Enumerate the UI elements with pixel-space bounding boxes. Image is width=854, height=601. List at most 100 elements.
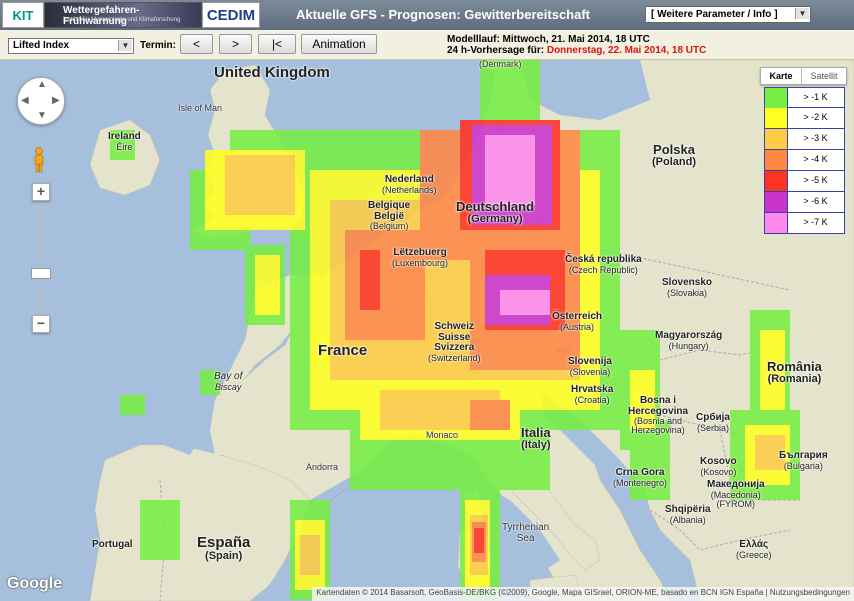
label-ellas: Ελλάς (Greece) — [736, 539, 772, 560]
label-text: Bosna i — [639, 395, 677, 406]
map-type-karte[interactable]: Karte — [761, 68, 802, 84]
label-text: España — [197, 534, 251, 551]
chevron-down-icon[interactable]: ▼ — [795, 8, 809, 19]
label-sub: Svizzera — [434, 342, 475, 353]
label-srbija: Србија (Serbia) — [696, 412, 730, 433]
animation-button[interactable]: Animation — [301, 34, 377, 54]
label-sub: (Croatia) — [574, 394, 610, 405]
forecast-date: Donnerstag, 22. Mai 2014, 18 UTC — [546, 45, 707, 56]
pan-control[interactable]: ▲ ▼ ◀ ▶ — [17, 77, 65, 125]
label-sub: (Germany) — [467, 212, 523, 225]
label-sub: (Belgium) — [369, 221, 409, 231]
label-sub: Biscay — [214, 381, 242, 392]
cedim-logo[interactable]: CEDIM — [202, 2, 260, 28]
pan-right-icon[interactable]: ▶ — [52, 96, 60, 106]
toolbar: Lifted Index ▼ Termin: < > |< Animation … — [0, 30, 854, 60]
label-czech: Česká republika (Czech Republic) — [565, 254, 642, 275]
forecast-prefix: 24 h-Vorhersage für: — [447, 45, 547, 56]
next-button[interactable]: > — [219, 34, 252, 54]
label-sub: (Bulgaria) — [783, 460, 823, 471]
zoom-track[interactable] — [39, 200, 41, 315]
warn-logo[interactable]: Wettergefahren-Frühwarnung Institut für … — [44, 2, 202, 28]
label-albania: Shqipëria (Albania) — [665, 504, 711, 525]
google-logo[interactable]: Google — [7, 575, 62, 593]
legend-swatch — [765, 108, 788, 128]
label-italia: Italia (Italy) — [521, 426, 551, 451]
pan-up-icon[interactable]: ▲ — [37, 80, 47, 90]
zoom-in-button[interactable]: + — [32, 183, 50, 201]
label-ireland: Ireland Éire — [108, 131, 141, 152]
warn-logo-title: Wettergefahren-Frühwarnung — [63, 5, 140, 27]
label-sub: (Romania) — [767, 372, 822, 385]
label-isle-of-man: Isle of Man — [178, 103, 223, 113]
legend-row: > -7 K — [764, 213, 845, 234]
header-bar: KIT Wettergefahren-Frühwarnung Institut … — [0, 0, 854, 30]
legend-swatch — [765, 171, 788, 191]
label-text: Tyrrhenian — [502, 522, 550, 533]
label-sub: (Italy) — [521, 438, 551, 451]
label-andorra: Andorra — [306, 462, 339, 472]
parameter-info-value: [ Weitere Parameter / Info ] — [651, 9, 778, 20]
zoom-slider-handle[interactable] — [31, 268, 51, 279]
map-attribution[interactable]: Kartendaten © 2014 Basarsoft, GeoBasis-D… — [312, 587, 854, 601]
legend-row: > -6 K — [764, 192, 845, 213]
pegman-icon[interactable] — [32, 147, 46, 173]
map-type-satellit[interactable]: Satellit — [802, 68, 846, 84]
label-osterreich: Österreich (Austria) — [552, 311, 602, 332]
run-info: Modelllauf: Mittwoch, 21. Mai 2014, 18 U… — [447, 34, 706, 56]
kit-logo[interactable]: KIT — [2, 2, 44, 28]
label-sub: (Netherlands) — [382, 184, 437, 195]
label-slovensko: Slovensko (Slovakia) — [662, 277, 712, 298]
label-text: Lëtzebuerg — [393, 247, 447, 258]
label-bay-of-biscay: Bay of Biscay — [214, 371, 242, 392]
label-sub: (Spain) — [205, 549, 243, 562]
label-text: Belgique — [368, 200, 411, 211]
label-text: Shqipëria — [665, 504, 711, 515]
legend-swatch — [765, 88, 788, 108]
label-sub: (Serbia) — [696, 422, 729, 433]
legend-label: > -5 K — [803, 175, 828, 185]
label-text: United Kingdom — [214, 64, 330, 81]
parameter-info-select[interactable]: [ Weitere Parameter / Info ] ▼ — [645, 6, 811, 23]
map-canvas[interactable]: United Kingdom Isle of Man Ireland Éire (… — [0, 60, 854, 601]
first-button[interactable]: |< — [258, 34, 296, 54]
label-text: Ireland — [108, 131, 141, 142]
warn-logo-sub: Institut für Meteorologie und Klimaforsc… — [63, 17, 181, 23]
zoom-out-button[interactable]: − — [32, 315, 50, 333]
pan-down-icon[interactable]: ▼ — [37, 111, 47, 121]
pan-left-icon[interactable]: ◀ — [21, 96, 29, 106]
label-text: Ελλάς — [739, 539, 769, 550]
legend-label: > -1 K — [803, 92, 828, 102]
termin-label: Termin: — [140, 40, 176, 51]
label-sub: (Kosovo) — [700, 466, 737, 477]
label-portugal: Portugal — [92, 539, 133, 550]
legend-row: > -1 K — [764, 87, 845, 108]
legend-swatch — [765, 192, 788, 212]
legend-label: > -4 K — [803, 154, 828, 164]
label-sub: (Slovakia) — [667, 287, 708, 298]
label-sub: Éire — [116, 141, 133, 152]
label-bosnia: Bosna i Hercegovina (Bosnia and Herzegovina… — [628, 395, 688, 436]
legend-label: > -6 K — [803, 196, 828, 206]
legend-label: > -7 K — [803, 217, 828, 227]
label-text: Србија — [696, 412, 730, 423]
label-magyarorszag: Magyarország (Hungary) — [655, 330, 722, 351]
chevron-down-icon[interactable]: ▼ — [118, 40, 132, 51]
prev-button[interactable]: < — [180, 34, 213, 54]
label-sub: Sea — [516, 532, 535, 544]
label-text: Schweiz — [434, 321, 474, 332]
label-switzerland: Schweiz Suisse Svizzera (Switzerland) — [428, 321, 481, 363]
label-france: France — [318, 342, 368, 359]
legend: > -1 K > -2 K > -3 K > -4 K > -5 K > -6 K > -7… — [764, 87, 845, 234]
legend-row: > -5 K — [764, 171, 845, 192]
label-text: România — [767, 359, 822, 374]
label-text: Polska — [653, 142, 695, 157]
label-sub: (Poland) — [652, 155, 696, 168]
label-deutschland: Deutschland (Germany) — [456, 200, 534, 225]
parameter-select[interactable]: Lifted Index ▼ — [8, 38, 134, 54]
label-united-kingdom: United Kingdom — [214, 65, 330, 81]
label-sub: (Montenegro) — [613, 477, 668, 488]
label-bulgaria: България (Bulgaria) — [779, 450, 828, 471]
legend-swatch — [765, 213, 788, 233]
label-kosovo: Kosovo (Kosovo) — [700, 456, 737, 477]
